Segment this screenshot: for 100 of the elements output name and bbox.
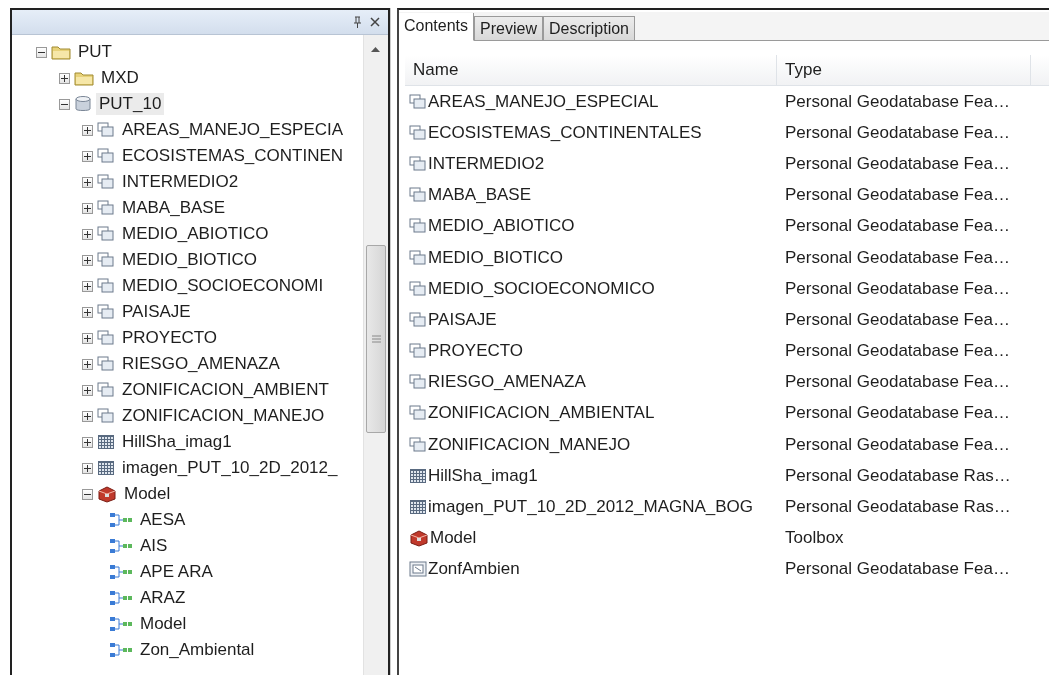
table-cell-text: Personal Geodatabase Fea… <box>784 434 1011 455</box>
tree-item[interactable]: INTERMEDIO2 <box>119 171 242 193</box>
tree-item[interactable]: AREAS_MANEJO_ESPECIA <box>119 119 347 141</box>
tree-item[interactable]: AESA <box>137 509 189 531</box>
model-tool-icon <box>109 616 133 632</box>
table-cell-text: Personal Geodatabase Ras… <box>784 497 1012 518</box>
table-cell[interactable]: AREAS_MANEJO_ESPECIAL <box>428 91 659 112</box>
table-cell-text: Personal Geodatabase Fea… <box>784 309 1011 330</box>
table-cell[interactable]: ECOSISTEMAS_CONTINENTALES <box>428 122 702 143</box>
table-cell[interactable]: MEDIO_ABIOTICO <box>428 216 575 237</box>
table-cell[interactable]: HillSha_imag1 <box>428 465 538 486</box>
feature-class-icon <box>409 280 427 297</box>
close-icon[interactable] <box>370 17 380 27</box>
table-cell[interactable]: PAISAJE <box>428 309 497 330</box>
tree-item[interactable]: ZONIFICACION_AMBIENT <box>119 379 332 401</box>
tree-item[interactable]: MEDIO_SOCIOECONOMI <box>119 275 327 297</box>
feature-class-icon <box>409 155 427 172</box>
tree-item[interactable]: Model <box>121 483 174 505</box>
column-header[interactable]: Type <box>777 55 1031 85</box>
feature-class-icon <box>97 304 115 320</box>
table-cell[interactable]: ZonfAmbien <box>428 559 520 580</box>
table-cell[interactable]: Model <box>430 528 477 549</box>
expand-icon[interactable] <box>82 202 93 214</box>
feature-class-icon <box>409 93 427 110</box>
table-cell-text: Personal Geodatabase Fea… <box>784 247 1011 268</box>
table-cell[interactable]: MEDIO_SOCIOECONOMICO <box>428 278 655 299</box>
collapse-icon[interactable] <box>82 488 93 500</box>
table-cell[interactable]: INTERMEDIO2 <box>428 153 545 174</box>
tree-item[interactable]: Zon_Ambiental <box>137 639 258 661</box>
expand-icon[interactable] <box>82 358 93 370</box>
raster-grid-icon <box>97 460 115 476</box>
table-cell[interactable]: MEDIO_BIOTICO <box>428 247 564 268</box>
expand-icon[interactable] <box>82 306 93 318</box>
table-cell[interactable]: ZONIFICACION_AMBIENTAL <box>428 403 655 424</box>
expand-icon[interactable] <box>82 124 93 136</box>
table-cell[interactable]: imagen_PUT_10_2D_2012_MAGNA_BOG <box>428 497 754 518</box>
tree-item[interactable]: MXD <box>98 67 142 89</box>
scroll-up-icon[interactable] <box>371 47 380 52</box>
feature-class-icon <box>97 122 115 138</box>
tree-item[interactable]: PAISAJE <box>119 301 194 323</box>
tab[interactable]: Preview <box>474 16 543 40</box>
tree-item[interactable]: PUT_10 <box>96 93 165 115</box>
tree-item[interactable]: RIESGO_AMENAZA <box>119 353 283 375</box>
table-cell[interactable]: ZONIFICACION_MANEJO <box>428 434 631 455</box>
feature-class-icon <box>97 408 115 424</box>
tab[interactable]: Contents <box>399 13 475 41</box>
expand-icon[interactable] <box>59 72 70 84</box>
pin-icon[interactable] <box>353 16 362 28</box>
feature-class-icon <box>97 148 115 164</box>
tree-item[interactable]: Model <box>137 613 190 635</box>
expand-icon[interactable] <box>82 436 93 448</box>
table-cell[interactable]: RIESGO_AMENAZA <box>428 372 586 393</box>
tree-item[interactable]: MEDIO_BIOTICO <box>119 249 261 271</box>
expand-icon[interactable] <box>82 280 93 292</box>
feature-class-icon <box>409 187 427 204</box>
expand-icon[interactable] <box>82 254 93 266</box>
table-cell[interactable]: MABA_BASE <box>428 185 531 206</box>
folder-icon <box>51 44 71 60</box>
table-cell-text: Personal Geodatabase Fea… <box>784 91 1011 112</box>
tree-item[interactable]: MEDIO_ABIOTICO <box>119 223 272 245</box>
model-tool-icon <box>109 590 133 606</box>
expand-icon[interactable] <box>82 176 93 188</box>
raster-grid-icon <box>409 499 427 516</box>
scrollbar-thumb[interactable] <box>366 245 386 433</box>
tree-item[interactable]: PUT <box>75 41 115 63</box>
expand-icon[interactable] <box>82 384 93 396</box>
vertical-scrollbar[interactable] <box>363 35 388 675</box>
feature-class-icon <box>409 343 427 360</box>
tree-item[interactable]: AIS <box>137 535 171 557</box>
table-cell[interactable]: PROYECTO <box>428 341 524 362</box>
feature-class-icon <box>409 374 427 391</box>
model-tool-icon <box>109 564 133 580</box>
tree-item[interactable]: ZONIFICACION_MANEJO <box>119 405 328 427</box>
tree-item[interactable]: ECOSISTEMAS_CONTINEN <box>119 145 347 167</box>
expand-icon[interactable] <box>82 150 93 162</box>
model-tool-icon <box>109 538 133 554</box>
expand-icon[interactable] <box>82 228 93 240</box>
table-cell-text: Personal Geodatabase Fea… <box>784 185 1011 206</box>
table-cell-text: Personal Geodatabase Fea… <box>784 153 1011 174</box>
expand-icon[interactable] <box>82 410 93 422</box>
model-tool-icon <box>109 512 133 528</box>
feature-class-icon <box>409 218 427 235</box>
tree-item[interactable]: APE ARA <box>137 561 216 583</box>
feature-class-icon <box>97 278 115 294</box>
table-cell-text: Personal Geodatabase Fea… <box>784 372 1011 393</box>
tree-item[interactable]: ARAZ <box>137 587 189 609</box>
feature-class-icon <box>409 436 427 453</box>
expand-icon[interactable] <box>82 462 93 474</box>
tab[interactable]: Description <box>542 16 635 40</box>
folder-icon <box>74 70 94 86</box>
tree-item[interactable]: PROYECTO <box>119 327 221 349</box>
tree-item[interactable]: imagen_PUT_10_2D_2012_ <box>119 457 341 479</box>
collapse-icon[interactable] <box>36 46 47 58</box>
collapse-icon[interactable] <box>59 98 70 110</box>
feature-class-icon <box>409 405 427 422</box>
raster-grid-icon <box>97 434 115 450</box>
expand-icon[interactable] <box>82 332 93 344</box>
tree-item[interactable]: HillSha_imag1 <box>119 431 235 453</box>
column-header[interactable]: Name <box>405 55 777 85</box>
tree-item[interactable]: MABA_BASE <box>119 197 228 219</box>
